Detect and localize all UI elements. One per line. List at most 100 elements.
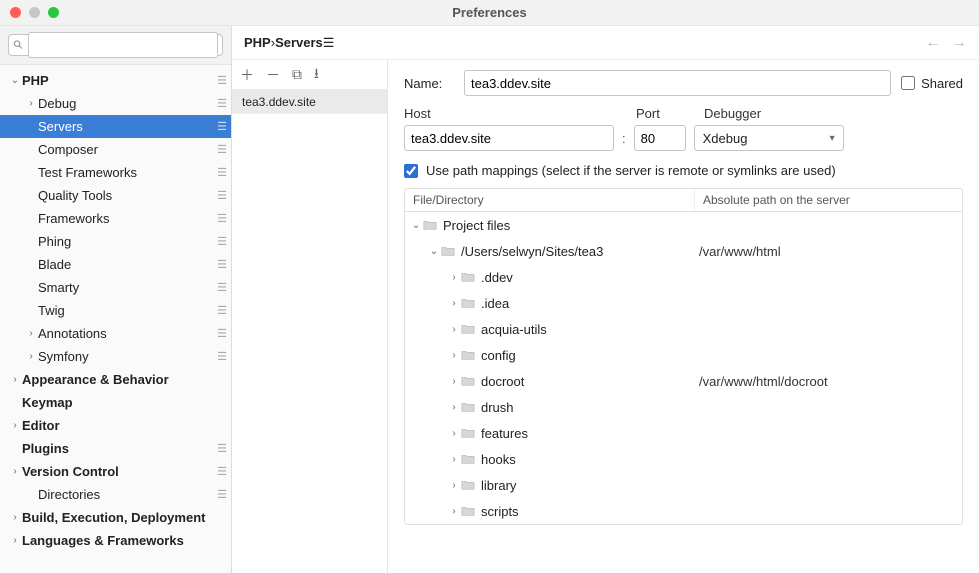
folder-icon <box>461 271 475 283</box>
folder-icon <box>423 219 437 231</box>
column-absolute-path: Absolute path on the server <box>695 189 962 211</box>
folder-icon <box>461 349 475 361</box>
import-button[interactable]: ⭳ <box>314 63 319 87</box>
sidebar-item-version-control[interactable]: ›Version Control☰ <box>0 460 231 483</box>
zoom-window-button[interactable] <box>48 7 59 18</box>
host-port-separator: : <box>622 131 626 146</box>
sidebar-item-symfony[interactable]: ›Symfony☰ <box>0 345 231 368</box>
chevron-right-icon: › <box>8 374 22 385</box>
sidebar-item-keymap[interactable]: Keymap <box>0 391 231 414</box>
path-name: config <box>481 348 516 363</box>
minimize-window-button[interactable] <box>29 7 40 18</box>
path-row[interactable]: ›docroot/var/www/html/docroot <box>405 368 962 394</box>
chevron-down-icon[interactable]: ⌄ <box>427 246 441 257</box>
shared-checkbox[interactable] <box>901 76 915 90</box>
scope-icon: ☰ <box>213 97 231 110</box>
folder-icon <box>461 323 475 335</box>
chevron-right-icon: › <box>24 98 38 109</box>
scope-icon: ☰ <box>213 442 231 455</box>
chevron-right-icon[interactable]: › <box>447 506 461 517</box>
sidebar-item-editor[interactable]: ›Editor <box>0 414 231 437</box>
chevron-right-icon[interactable]: › <box>447 454 461 465</box>
host-label: Host <box>404 106 626 121</box>
chevron-down-icon: ▾ <box>830 133 835 144</box>
sidebar-item-annotations[interactable]: ›Annotations☰ <box>0 322 231 345</box>
sidebar-item-label: Version Control <box>22 464 213 479</box>
breadcrumb-root[interactable]: PHP <box>244 35 271 50</box>
sidebar-item-phing[interactable]: Phing☰ <box>0 230 231 253</box>
sidebar-item-label: Editor <box>22 418 231 433</box>
scope-icon: ☰ <box>213 143 231 156</box>
scope-icon: ☰ <box>213 166 231 179</box>
path-name: /Users/selwyn/Sites/tea3 <box>461 244 603 259</box>
server-list-item[interactable]: tea3.ddev.site <box>232 90 387 114</box>
server-list-panel: ＋ － ⧉ ⭳ tea3.ddev.site <box>232 26 388 573</box>
sidebar-item-debug[interactable]: ›Debug☰ <box>0 92 231 115</box>
chevron-right-icon[interactable]: › <box>447 272 461 283</box>
chevron-right-icon[interactable]: › <box>447 428 461 439</box>
path-row[interactable]: ›drush <box>405 394 962 420</box>
remove-server-button[interactable]: － <box>266 65 280 85</box>
port-input[interactable] <box>634 125 686 151</box>
back-button[interactable]: ← <box>925 34 941 52</box>
sidebar-item-label: Build, Execution, Deployment <box>22 510 231 525</box>
path-row[interactable]: ›acquia-utils <box>405 316 962 342</box>
chevron-right-icon: › <box>24 351 38 362</box>
sidebar-item-label: Test Frameworks <box>38 165 213 180</box>
folder-icon <box>461 297 475 309</box>
path-row[interactable]: ›.idea <box>405 290 962 316</box>
sidebar-item-frameworks[interactable]: Frameworks☰ <box>0 207 231 230</box>
folder-icon <box>441 245 455 257</box>
chevron-right-icon[interactable]: › <box>447 298 461 309</box>
chevron-right-icon[interactable]: › <box>447 480 461 491</box>
sidebar-item-composer[interactable]: Composer☰ <box>0 138 231 161</box>
chevron-right-icon[interactable]: › <box>447 376 461 387</box>
sidebar-item-label: Servers <box>38 119 213 134</box>
chevron-right-icon[interactable]: › <box>447 350 461 361</box>
path-row[interactable]: ⌄Project files <box>405 212 962 238</box>
sidebar-item-smarty[interactable]: Smarty☰ <box>0 276 231 299</box>
path-row[interactable]: ›library <box>405 472 962 498</box>
chevron-down-icon[interactable]: ⌄ <box>409 220 423 231</box>
chevron-right-icon: › <box>8 420 22 431</box>
debugger-select[interactable]: Xdebug ▾ <box>694 125 844 151</box>
sidebar-item-blade[interactable]: Blade☰ <box>0 253 231 276</box>
chevron-right-icon[interactable]: › <box>447 402 461 413</box>
sidebar-item-plugins[interactable]: Plugins☰ <box>0 437 231 460</box>
sidebar-item-twig[interactable]: Twig☰ <box>0 299 231 322</box>
path-row[interactable]: ›.ddev <box>405 264 962 290</box>
use-path-mappings-checkbox[interactable] <box>404 164 418 178</box>
copy-server-button[interactable]: ⧉ <box>292 66 302 83</box>
chevron-right-icon[interactable]: › <box>447 324 461 335</box>
forward-button[interactable]: → <box>951 34 967 52</box>
path-row[interactable]: ›features <box>405 420 962 446</box>
path-absolute[interactable]: /var/www/html <box>695 244 962 259</box>
sidebar-item-languages-frameworks[interactable]: ›Languages & Frameworks <box>0 529 231 552</box>
path-row[interactable]: › config <box>405 342 962 368</box>
path-row[interactable]: ›hooks <box>405 446 962 472</box>
path-row[interactable]: ›scripts <box>405 498 962 524</box>
folder-icon <box>461 427 475 439</box>
breadcrumb: PHP › Servers ☰ ← → <box>232 26 979 60</box>
window-title: Preferences <box>0 5 979 20</box>
sidebar-item-quality-tools[interactable]: Quality Tools☰ <box>0 184 231 207</box>
sidebar-item-test-frameworks[interactable]: Test Frameworks☰ <box>0 161 231 184</box>
scope-icon: ☰ <box>213 235 231 248</box>
host-input[interactable] <box>404 125 614 151</box>
sidebar-item-servers[interactable]: Servers☰ <box>0 115 231 138</box>
sidebar-item-label: Directories <box>38 487 213 502</box>
sidebar-item-appearance-behavior[interactable]: ›Appearance & Behavior <box>0 368 231 391</box>
add-server-button[interactable]: ＋ <box>240 65 254 85</box>
sidebar-item-build-execution-deployment[interactable]: ›Build, Execution, Deployment <box>0 506 231 529</box>
sidebar-item-label: Symfony <box>38 349 213 364</box>
path-row[interactable]: ⌄ /Users/selwyn/Sites/tea3/var/www/html <box>405 238 962 264</box>
server-name-input[interactable] <box>464 70 891 96</box>
search-input[interactable] <box>28 32 218 58</box>
close-window-button[interactable] <box>10 7 21 18</box>
sidebar-item-php[interactable]: ⌄PHP☰ <box>0 69 231 92</box>
sidebar-item-directories[interactable]: Directories☰ <box>0 483 231 506</box>
folder-icon <box>461 453 475 465</box>
path-absolute[interactable]: /var/www/html/docroot <box>695 374 962 389</box>
chevron-right-icon: › <box>8 512 22 523</box>
search-box[interactable] <box>8 34 223 56</box>
